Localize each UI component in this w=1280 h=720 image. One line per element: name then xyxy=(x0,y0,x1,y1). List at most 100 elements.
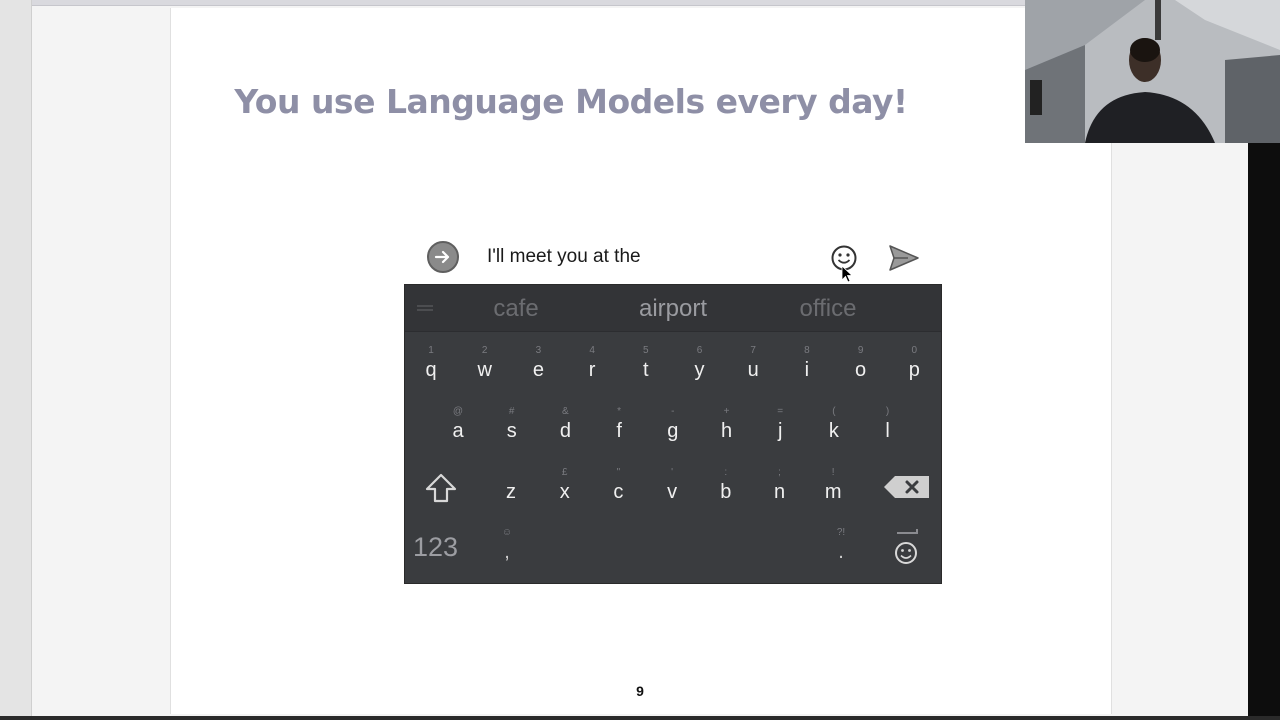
key-y-hint: 6 xyxy=(696,345,703,356)
comma-key-hint: ☺ xyxy=(501,527,513,538)
key-f[interactable]: * f xyxy=(593,402,645,458)
key-y[interactable]: 6y xyxy=(674,341,726,397)
key-i-label: i xyxy=(804,359,810,381)
key-i[interactable]: 8i xyxy=(781,341,833,397)
page-number: 9 xyxy=(636,683,644,699)
key-t-label: t xyxy=(643,359,649,381)
key-e-label: e xyxy=(532,359,544,381)
forward-arrow-icon[interactable] xyxy=(427,241,459,273)
key-f-label: f xyxy=(616,420,622,442)
app-left-panel xyxy=(0,0,32,720)
key-u-hint: 7 xyxy=(750,345,756,356)
key-a-hint: @ xyxy=(452,406,464,417)
send-icon[interactable] xyxy=(888,243,920,273)
key-r-hint: 4 xyxy=(589,345,595,356)
key-k[interactable]: (k xyxy=(808,402,860,458)
key-t-hint: 5 xyxy=(643,345,649,356)
key-w-label: w xyxy=(477,359,492,381)
key-n[interactable]: ; n xyxy=(754,463,806,519)
key-c-label: c xyxy=(613,481,624,503)
key-j-label: j xyxy=(777,420,783,442)
key-f-hint: * xyxy=(617,406,622,417)
key-m[interactable]: ! m xyxy=(807,463,859,519)
key-d[interactable]: & d xyxy=(539,402,591,458)
key-i-hint: 8 xyxy=(804,345,810,356)
shift-icon[interactable] xyxy=(423,471,459,507)
key-g-label: g xyxy=(667,420,679,442)
suggestion-office[interactable]: office xyxy=(753,295,903,323)
key-o[interactable]: 9o xyxy=(835,341,887,397)
key-h-hint: + xyxy=(723,406,730,417)
key-h-label: h xyxy=(720,420,733,442)
key-o-label: o xyxy=(855,359,867,381)
key-c[interactable]: " c xyxy=(592,463,644,519)
message-input[interactable]: I'll meet you at the xyxy=(487,246,641,268)
key-s-label: s xyxy=(506,420,517,442)
key-x[interactable]: £ x xyxy=(539,463,591,519)
key-p-hint: 0 xyxy=(911,345,918,356)
key-v-hint: ' xyxy=(671,467,674,478)
key-y-label: y xyxy=(694,359,705,381)
key-p-label: p xyxy=(908,359,920,381)
key-c-hint: " xyxy=(616,467,621,478)
key-p[interactable]: 0p xyxy=(888,341,940,397)
suggestion-bar: cafe airport office xyxy=(405,285,941,332)
key-t[interactable]: 5t xyxy=(620,341,672,397)
period-key-hint: ?! xyxy=(836,527,846,538)
key-b-label: b xyxy=(720,481,732,503)
slide-title: You use Language Models every day! xyxy=(234,82,908,121)
key-l-label: l xyxy=(885,420,890,442)
key-j[interactable]: = j xyxy=(754,402,806,458)
key-x-hint: £ xyxy=(561,467,568,478)
key-a-label: a xyxy=(452,420,464,442)
suggestion-cafe[interactable]: cafe xyxy=(441,295,591,323)
key-s-hint: # xyxy=(508,406,515,417)
key-r[interactable]: 4r xyxy=(566,341,618,397)
enter-emoji-icon[interactable] xyxy=(891,525,921,573)
key-q-label: q xyxy=(425,359,437,381)
key-n-label: n xyxy=(773,481,786,503)
key-e[interactable]: 3e xyxy=(512,341,564,397)
key-l-hint: ) xyxy=(885,406,890,417)
key-o-hint: 9 xyxy=(857,345,864,356)
key-e-hint: 3 xyxy=(535,345,542,356)
key-v[interactable]: ' v xyxy=(646,463,698,519)
screen: You use Language Models every day! I'll … xyxy=(0,0,1280,720)
key-q[interactable]: 1q xyxy=(405,341,457,397)
key-g[interactable]: -g xyxy=(647,402,699,458)
key-k-hint: ( xyxy=(832,406,836,417)
period-key-label: . xyxy=(838,541,844,563)
comma-key[interactable]: ☺ , xyxy=(495,525,519,573)
key-v-label: v xyxy=(667,481,678,503)
bottom-bar xyxy=(0,716,1280,720)
suggestion-bar-handle[interactable] xyxy=(417,305,433,311)
key-j-hint: = xyxy=(777,406,784,417)
key-z[interactable]: z xyxy=(485,463,537,519)
key-w[interactable]: 2w xyxy=(459,341,511,397)
key-d-label: d xyxy=(559,420,571,442)
comma-key-label: , xyxy=(504,541,510,563)
key-m-label: m xyxy=(824,481,842,503)
message-compose-bar: I'll meet you at the xyxy=(404,230,944,286)
key-s[interactable]: # s xyxy=(486,402,538,458)
key-n-hint: ; xyxy=(778,467,781,478)
key-r-label: r xyxy=(588,359,596,381)
key-b-hint: : xyxy=(724,467,728,478)
key-d-hint: & xyxy=(562,406,569,417)
presenter-webcam xyxy=(1025,0,1280,143)
onscreen-keyboard: cafe airport office 1q2w3e4r5t6y7u8i9o0p… xyxy=(404,284,942,584)
space-key[interactable] xyxy=(525,529,821,569)
key-h[interactable]: + h xyxy=(701,402,753,458)
key-z-label: z xyxy=(506,481,516,503)
period-key[interactable]: ?! . xyxy=(829,525,853,573)
key-u-label: u xyxy=(747,359,759,381)
key-u[interactable]: 7u xyxy=(727,341,779,397)
presentation-slide: You use Language Models every day! I'll … xyxy=(170,8,1112,714)
backspace-icon[interactable] xyxy=(883,475,931,499)
key-b[interactable]: :b xyxy=(700,463,752,519)
suggestion-airport[interactable]: airport xyxy=(598,295,748,323)
key-a[interactable]: @ a xyxy=(432,402,484,458)
symbols-key[interactable]: 123 xyxy=(413,532,473,566)
key-k-label: k xyxy=(828,420,839,442)
key-l[interactable]: ) l xyxy=(862,402,914,458)
